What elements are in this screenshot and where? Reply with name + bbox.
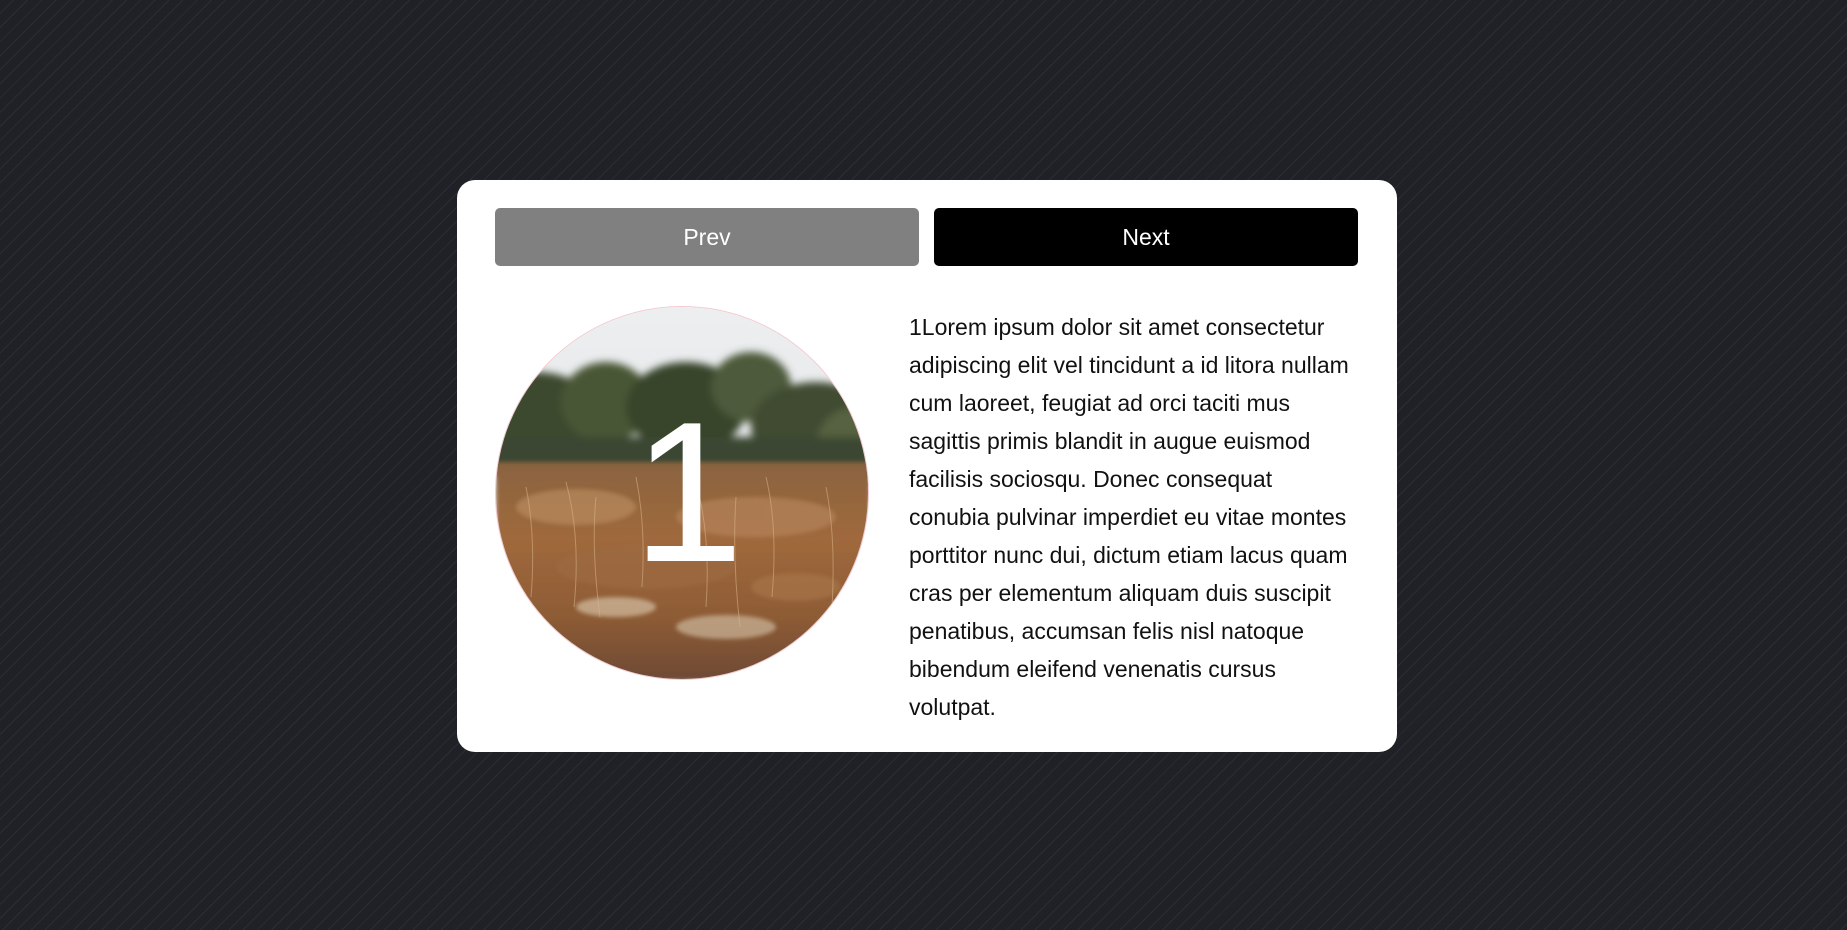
prev-button[interactable]: Prev [495,208,919,266]
slider-card: Prev Next 1 1Lorem ipsum dolor sit amet … [457,180,1397,752]
slide-text: 1Lorem ipsum dolor sit amet consectetur … [909,314,1349,720]
slide-number: 1 [632,381,744,604]
next-button[interactable]: Next [934,208,1358,266]
slide-image: 1 [495,306,869,680]
